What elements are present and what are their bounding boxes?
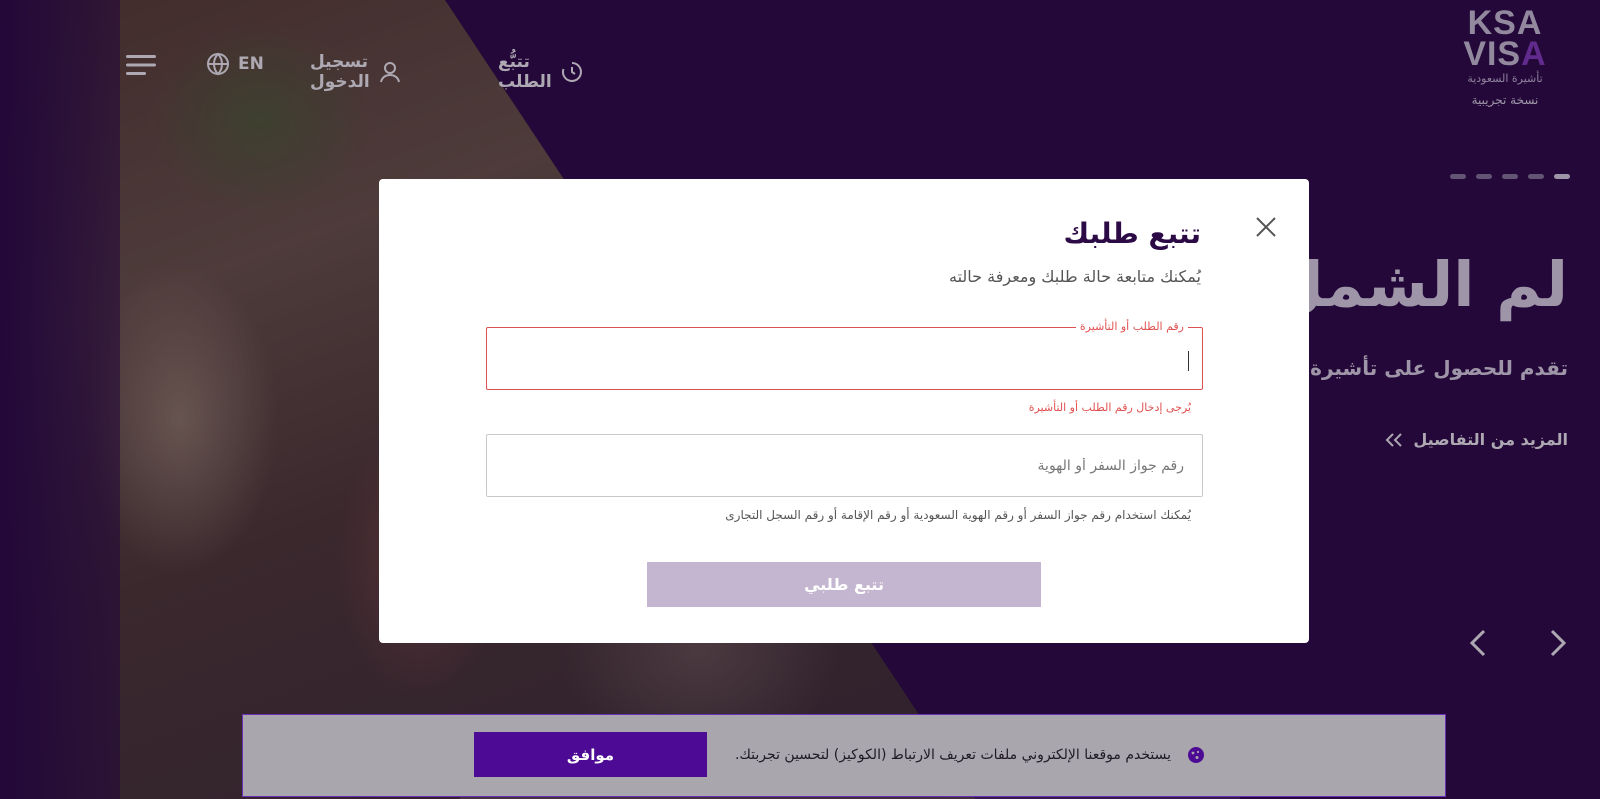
track-request-modal: تتبع طلبك يُمكنك متابعة حالة طلبك ومعرفة… <box>379 179 1309 643</box>
track-submit-button[interactable]: تتبع طلبي <box>647 562 1041 607</box>
passport-id-field[interactable] <box>486 434 1203 497</box>
modal-description: يُمكنك متابعة حالة طلبك ومعرفة حالته <box>949 267 1201 286</box>
passport-id-hint: يُمكنك استخدام رقم جواز السفر أو رقم اله… <box>725 508 1191 522</box>
cookie-message: يستخدم موقعنا الإلكتروني ملفات تعريف الا… <box>734 747 1171 763</box>
text-caret <box>1188 351 1189 371</box>
request-number-label: رقم الطلب أو التأشيرة <box>1075 320 1188 333</box>
passport-id-input[interactable] <box>487 435 1202 496</box>
request-number-error: يُرجى إدخال رقم الطلب أو التأشيرة <box>1028 401 1191 414</box>
cookie-icon <box>1188 747 1204 763</box>
page: KSA VISA تأشيرة السعودية نسخة تجريبية EN … <box>0 0 1600 799</box>
modal-title: تتبع طلبك <box>1063 217 1201 250</box>
close-icon[interactable] <box>1255 216 1277 238</box>
cookie-accept-button[interactable]: موافق <box>474 732 707 777</box>
cookie-banner: يستخدم موقعنا الإلكتروني ملفات تعريف الا… <box>242 714 1446 797</box>
request-number-field[interactable]: رقم الطلب أو التأشيرة <box>486 320 1203 390</box>
request-number-input[interactable] <box>487 328 1202 389</box>
